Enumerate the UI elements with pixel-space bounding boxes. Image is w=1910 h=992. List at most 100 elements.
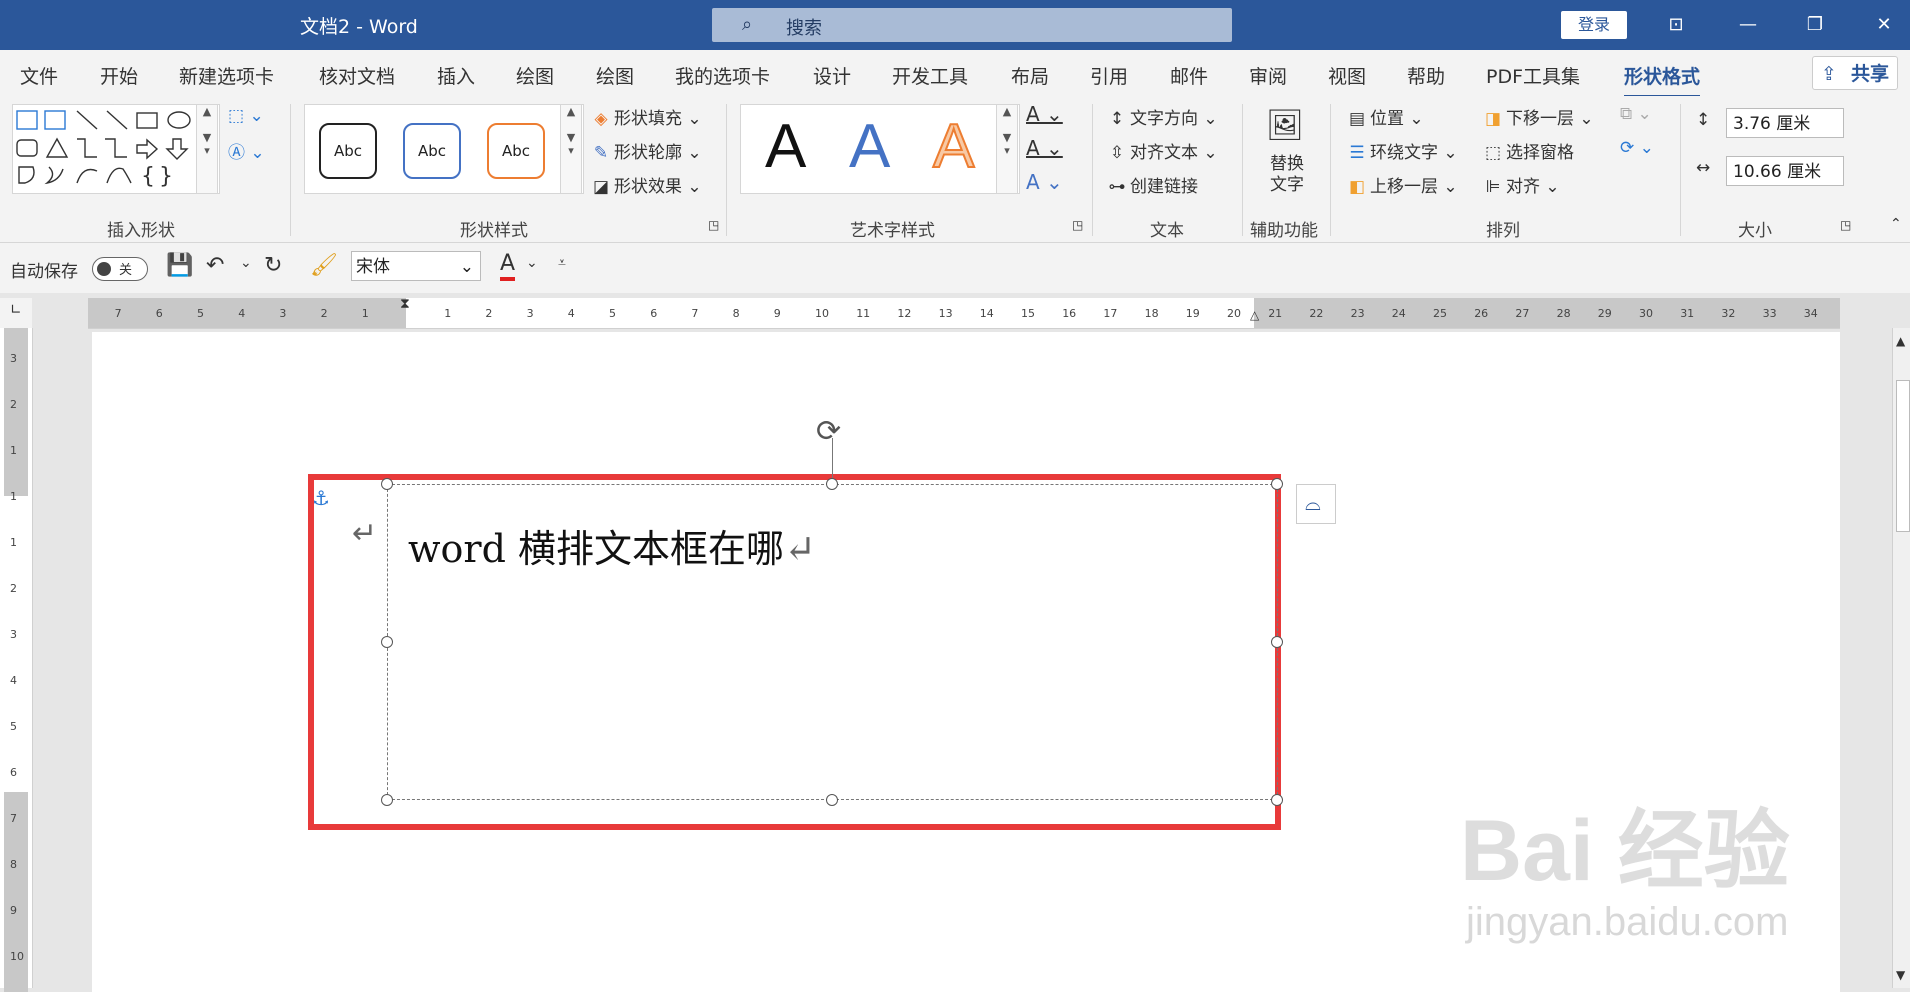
send-backward-button[interactable]: ◨ 下移一层 ⌄ (1482, 104, 1594, 129)
shape-effects-button[interactable]: ◪ 形状效果 ⌄ (590, 172, 702, 197)
resize-handle-b[interactable] (826, 794, 838, 806)
scroll-down-icon[interactable]: ▼ (1896, 968, 1905, 982)
font-select[interactable]: 宋体 ⌄ (351, 251, 481, 281)
shape-styles-gallery[interactable]: Abc Abc Abc (304, 104, 584, 194)
tab-design[interactable]: 设计 (813, 62, 851, 89)
share-button[interactable]: ⇪ 共享 (1812, 56, 1898, 90)
resize-handle-bl[interactable] (381, 794, 393, 806)
scroll-up-icon[interactable]: ▲ (1896, 334, 1905, 348)
shape-fill-button[interactable]: ◈ 形状填充 ⌄ (590, 104, 701, 129)
close-icon[interactable]: ✕ (1866, 12, 1902, 38)
tab-shape-format[interactable]: 形状格式 (1624, 62, 1701, 98)
wrap-text-button[interactable]: ☰ 环绕文字 ⌄ (1346, 138, 1457, 163)
tab-insert[interactable]: 插入 (437, 62, 475, 89)
save-icon[interactable]: 💾 (166, 253, 193, 278)
indent-marker-icon[interactable]: ⧗ (400, 296, 410, 312)
send-backward-label: 下移一层 (1506, 109, 1574, 129)
style-preset-2[interactable]: Abc (403, 123, 461, 179)
ribbon-display-icon[interactable]: ⊡ (1658, 12, 1694, 38)
tab-view[interactable]: 视图 (1328, 62, 1366, 89)
text-box-content[interactable]: word 横排文本框在哪↵ (408, 518, 816, 573)
scroll-thumb[interactable] (1896, 380, 1910, 532)
text-effects-icon[interactable]: A ⌄ (1026, 170, 1063, 194)
text-direction-button[interactable]: ↕ 文字方向 ⌄ (1106, 104, 1218, 129)
align-button[interactable]: ⊫ 对齐 ⌄ (1482, 172, 1560, 197)
search-box[interactable]: ⌕ 搜索 (712, 8, 1232, 42)
resize-handle-r[interactable] (1271, 636, 1283, 648)
wordart-preset-1[interactable]: A (765, 111, 806, 182)
layout-options-button[interactable]: ⌓ (1296, 484, 1336, 524)
wordart-preset-2[interactable]: A (849, 111, 890, 182)
tab-draw-1[interactable]: 绘图 (516, 62, 554, 89)
draw-textbox-icon[interactable]: Ⓐ ⌄ (228, 138, 265, 163)
position-button[interactable]: ▤ 位置 ⌄ (1346, 104, 1424, 129)
tab-mailings[interactable]: 邮件 (1170, 62, 1208, 89)
format-painter-icon[interactable]: 🖌 (310, 253, 338, 278)
resize-handle-tr[interactable] (1271, 478, 1283, 490)
redo-icon[interactable]: ↻ (264, 253, 282, 278)
group-icon[interactable]: ⧉ ⌄ (1620, 104, 1652, 124)
rotate-handle-icon[interactable]: ⟳ (816, 414, 841, 449)
text-outline-icon[interactable]: A ⌄ (1026, 136, 1063, 160)
autosave-label: 自动保存 (10, 262, 78, 282)
resize-handle-br[interactable] (1271, 794, 1283, 806)
style-preset-1[interactable]: Abc (319, 123, 377, 179)
horizontal-ruler[interactable]: 7 6 5 4 3 2 1 1 2 3 4 5 6 7 8 9 10 11 12 13 14 15 16 17 18 19 20 21… (88, 296, 1840, 329)
restore-icon[interactable]: ❐ (1797, 12, 1833, 38)
shape-outline-button[interactable]: ✎ 形状轮廓 ⌄ (590, 138, 702, 163)
selection-pane-button[interactable]: ⬚ 选择窗格 (1482, 138, 1574, 163)
width-field[interactable]: 10.66 厘米 (1726, 156, 1844, 186)
wordart-preset-3[interactable]: A (932, 111, 975, 182)
position-label: 位置 (1370, 109, 1404, 129)
styles-scroll[interactable]: ▲ ▼ ▾ (560, 104, 582, 194)
tab-my-tab[interactable]: 我的选项卡 (675, 62, 770, 89)
height-field[interactable]: 3.76 厘米 (1726, 108, 1844, 138)
rotate-icon[interactable]: ⟳ ⌄ (1620, 138, 1654, 158)
title-bar: 文档2 - Word ⌕ 搜索 登录 ⊡ — ❐ ✕ (0, 0, 1910, 50)
tab-review[interactable]: 审阅 (1249, 62, 1287, 89)
tab-pdf[interactable]: PDF工具集 (1486, 62, 1580, 89)
tab-developer[interactable]: 开发工具 (892, 62, 968, 89)
tab-review-doc[interactable]: 核对文档 (319, 62, 395, 89)
align-text-button[interactable]: ⇳ 对齐文本 ⌄ (1106, 138, 1218, 163)
vertical-ruler[interactable]: 3 2 1 1 1 2 3 4 5 6 7 8 9 10 (0, 328, 33, 992)
ruler-tick: 4 (567, 307, 575, 320)
shapes-gallery[interactable]: { } (12, 104, 220, 194)
text-fill-icon[interactable]: A ⌄ (1026, 102, 1063, 126)
edit-shape-icon[interactable]: ⬚ ⌄ (228, 106, 264, 126)
customize-qat-icon[interactable]: ⩡ (558, 255, 566, 271)
image-alt-icon[interactable]: 🖼 (1266, 108, 1304, 143)
tab-file[interactable]: 文件 (20, 62, 58, 89)
tab-new-tab[interactable]: 新建选项卡 (179, 62, 274, 89)
tab-layout[interactable]: 布局 (1011, 62, 1049, 89)
alt-text-button[interactable]: 替换 文字 (1270, 154, 1304, 196)
minimize-icon[interactable]: — (1730, 12, 1766, 38)
create-link-button[interactable]: ⊶ 创建链接 (1106, 172, 1199, 197)
dialog-launcher-icon[interactable]: ◳ (1072, 218, 1083, 232)
vertical-scrollbar[interactable]: ▲ ▼ (1892, 328, 1910, 988)
collapse-ribbon-icon[interactable]: ⌃ (1890, 216, 1902, 232)
tab-help[interactable]: 帮助 (1407, 62, 1445, 89)
resize-handle-l[interactable] (381, 636, 393, 648)
autosave-toggle[interactable]: 关 (92, 257, 148, 281)
wordart-scroll[interactable]: ▲ ▼ ▾ (996, 104, 1018, 194)
tab-draw-2[interactable]: 绘图 (596, 62, 634, 89)
shapes-scroll[interactable]: ▲ ▼ ▾ (196, 104, 218, 194)
wordart-gallery[interactable]: A A A (740, 104, 1020, 194)
dialog-launcher-icon[interactable]: ◳ (708, 218, 719, 232)
login-button[interactable]: 登录 (1561, 11, 1627, 39)
tab-references[interactable]: 引用 (1090, 62, 1128, 89)
right-indent-icon[interactable]: △ (1250, 308, 1259, 322)
tab-home[interactable]: 开始 (100, 62, 138, 89)
tab-selector[interactable]: ∟ (0, 298, 32, 328)
undo-icon[interactable]: ↶ (206, 253, 224, 278)
font-color-dropdown-icon[interactable]: ⌄ (526, 255, 538, 271)
resize-handle-t[interactable] (826, 478, 838, 490)
dialog-launcher-icon[interactable]: ◳ (1840, 218, 1851, 232)
ruler-tick: 7 (114, 307, 122, 320)
resize-handle-tl[interactable] (381, 478, 393, 490)
font-color-icon[interactable]: A (500, 251, 516, 281)
undo-dropdown-icon[interactable]: ⌄ (240, 255, 252, 271)
style-preset-3[interactable]: Abc (487, 123, 545, 179)
bring-forward-button[interactable]: ◧ 上移一层 ⌄ (1346, 172, 1458, 197)
